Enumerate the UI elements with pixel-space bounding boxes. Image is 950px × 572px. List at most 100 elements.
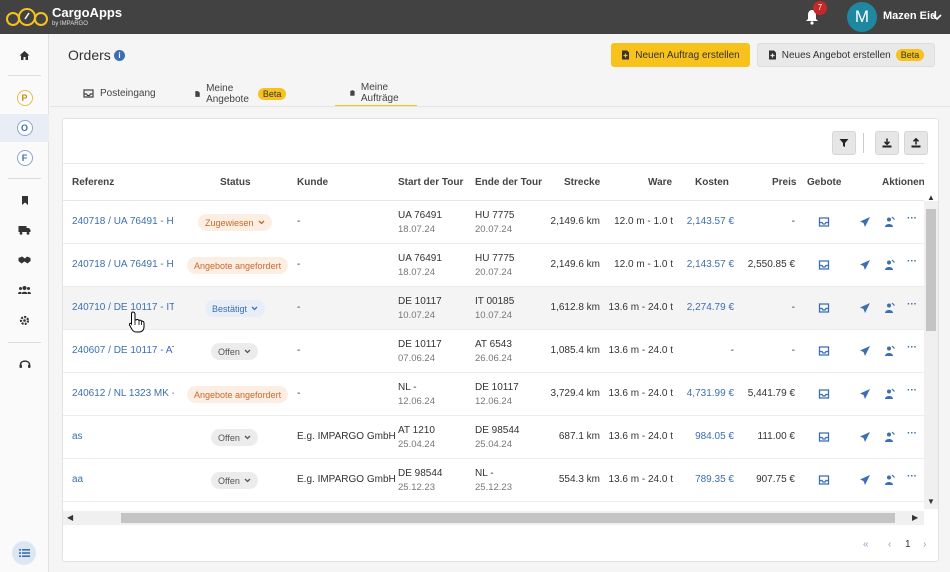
cost-cell[interactable]: 984.05 € [695, 431, 734, 442]
status-badge[interactable]: Angebote angefordert [187, 257, 289, 274]
more-actions-icon[interactable]: ··· [907, 256, 917, 267]
column-header-gebote[interactable]: Gebote [807, 177, 841, 188]
table-row[interactable]: as Offen E.g. IMPARGO GmbH AT 1210 25.04… [63, 416, 924, 459]
send-icon[interactable] [859, 216, 871, 228]
cost-cell[interactable]: 2,274.79 € [687, 302, 734, 313]
column-header-start[interactable]: Start der Tour [398, 177, 463, 188]
tab-meine-auftraege[interactable]: Meine Aufträge [335, 80, 417, 107]
inbox-icon[interactable] [818, 345, 830, 357]
vertical-scrollbar[interactable]: ▲ ▼ [924, 193, 938, 509]
sidebar-item-home[interactable] [0, 41, 49, 69]
table-row[interactable]: 240710 / DE 10117 - IT Bestätigt - DE 10… [63, 287, 924, 330]
new-order-button[interactable]: Neuen Auftrag erstellen [611, 43, 750, 67]
scroll-left-arrow[interactable]: ◀ [67, 513, 73, 522]
chevron-down-icon[interactable] [932, 12, 942, 22]
assign-user-icon[interactable] [883, 302, 895, 314]
sidebar-item-f[interactable]: F [0, 144, 49, 172]
scroll-up-arrow[interactable]: ▲ [927, 193, 935, 202]
more-actions-icon[interactable]: ··· [907, 428, 917, 439]
more-actions-icon[interactable]: ··· [907, 471, 917, 482]
user-name[interactable]: Mazen Eid [883, 10, 937, 22]
sidebar-item-settings[interactable] [0, 306, 49, 334]
status-badge[interactable]: Bestätigt [205, 300, 266, 317]
table-row[interactable]: 240607 / DE 10117 - AT Offen - DE 10117 … [63, 330, 924, 373]
inbox-icon[interactable] [818, 474, 830, 486]
horizontal-scrollbar[interactable]: ◀ ▶ [63, 511, 924, 525]
scroll-right-arrow[interactable]: ▶ [912, 513, 918, 522]
more-actions-icon[interactable]: ··· [907, 342, 917, 353]
scroll-down-arrow[interactable]: ▼ [927, 497, 935, 506]
vertical-scroll-thumb[interactable] [926, 209, 936, 331]
filter-button[interactable] [832, 131, 856, 155]
send-icon[interactable] [859, 345, 871, 357]
table-row[interactable]: 240612 / NL 1323 MK - Angebote angeforde… [63, 373, 924, 416]
assign-user-icon[interactable] [883, 474, 895, 486]
info-icon[interactable]: i [114, 50, 125, 61]
more-actions-icon[interactable]: ··· [907, 213, 917, 224]
assign-user-icon[interactable] [883, 431, 895, 443]
inbox-icon[interactable] [818, 216, 830, 228]
column-header-referenz[interactable]: Referenz [72, 177, 114, 188]
table-row[interactable]: aa Offen E.g. IMPARGO GmbH DE 98544 25.1… [63, 459, 924, 502]
order-reference-link[interactable]: 240607 / DE 10117 - AT [72, 345, 174, 356]
assign-user-icon[interactable] [883, 216, 895, 228]
upload-button[interactable] [904, 131, 928, 155]
column-header-ende[interactable]: Ende der Tour [475, 177, 542, 188]
assign-user-icon[interactable] [883, 388, 895, 400]
table-row[interactable]: 240718 / UA 76491 - HU Zugewiesen - UA 7… [63, 201, 924, 244]
send-icon[interactable] [859, 431, 871, 443]
send-icon[interactable] [859, 259, 871, 271]
send-icon[interactable] [859, 388, 871, 400]
order-reference-link[interactable]: as [72, 431, 174, 442]
cost-cell[interactable]: 4,731.99 € [687, 388, 734, 399]
inbox-icon[interactable] [818, 388, 830, 400]
sidebar-item-handshake[interactable] [0, 246, 49, 274]
send-icon[interactable] [859, 302, 871, 314]
column-header-aktionen[interactable]: Aktionen [882, 177, 924, 188]
tab-meine-angebote[interactable]: Meine Angebote Beta [195, 80, 287, 107]
column-header-status[interactable]: Status [220, 177, 251, 188]
status-badge[interactable]: Offen [211, 472, 258, 489]
pager-first-button[interactable]: « [863, 539, 869, 550]
order-reference-link[interactable]: aa [72, 474, 174, 485]
column-header-kunde[interactable]: Kunde [297, 177, 328, 188]
pager-next-button[interactable]: › [923, 539, 926, 550]
status-badge[interactable]: Offen [211, 429, 258, 446]
cost-cell[interactable]: 2,143.57 € [687, 259, 734, 270]
status-badge[interactable]: Zugewiesen [198, 214, 272, 231]
sidebar-item-p[interactable]: P [0, 84, 49, 112]
sidebar-toggle-button[interactable] [12, 541, 36, 565]
cargoapps-logo-icon[interactable] [6, 7, 48, 27]
order-reference-link[interactable]: 240612 / NL 1323 MK - [72, 388, 174, 399]
download-button[interactable] [875, 131, 899, 155]
inbox-icon[interactable] [818, 259, 830, 271]
status-badge[interactable]: Angebote angefordert [187, 386, 289, 403]
order-reference-link[interactable]: 240718 / UA 76491 - HU [72, 216, 174, 227]
horizontal-scroll-thumb[interactable] [121, 513, 895, 523]
pager-current-page[interactable]: 1 [905, 539, 911, 550]
more-actions-icon[interactable]: ··· [907, 385, 917, 396]
sidebar-item-users[interactable] [0, 276, 49, 304]
column-header-preis[interactable]: Preis [772, 177, 796, 188]
cost-cell[interactable]: 789.35 € [695, 474, 734, 485]
sidebar-item-support[interactable] [0, 350, 49, 378]
column-header-strecke[interactable]: Strecke [564, 177, 600, 188]
cost-cell[interactable]: 2,143.57 € [687, 216, 734, 227]
assign-user-icon[interactable] [883, 345, 895, 357]
tab-posteingang[interactable]: Posteingang [83, 80, 156, 107]
sidebar-item-bookmark[interactable] [0, 186, 49, 214]
order-reference-link[interactable]: 240718 / UA 76491 - HU [72, 259, 174, 270]
table-row[interactable]: 240718 / UA 76491 - HU Angebote angeford… [63, 244, 924, 287]
inbox-icon[interactable] [818, 431, 830, 443]
pager-prev-button[interactable]: ‹ [888, 539, 891, 550]
more-actions-icon[interactable]: ··· [907, 299, 917, 310]
sidebar-item-truck[interactable] [0, 216, 49, 244]
status-badge[interactable]: Offen [211, 343, 258, 360]
column-header-kosten[interactable]: Kosten [695, 177, 729, 188]
inbox-icon[interactable] [818, 302, 830, 314]
send-icon[interactable] [859, 474, 871, 486]
new-offer-button[interactable]: Neues Angebot erstellen Beta [757, 43, 935, 67]
avatar[interactable]: M [847, 2, 877, 32]
assign-user-icon[interactable] [883, 259, 895, 271]
sidebar-item-o[interactable]: O [0, 114, 49, 142]
